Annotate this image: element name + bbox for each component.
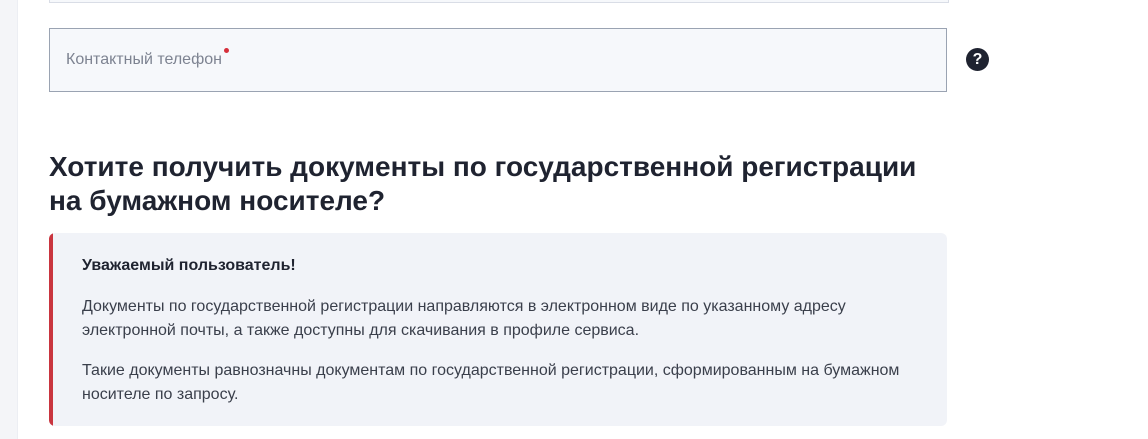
notice-paragraph-2: Такие документы равнозначны документам п… — [82, 362, 900, 403]
help-icon[interactable]: ? — [966, 48, 989, 71]
notice-heading: Уважаемый пользователь! — [82, 257, 296, 274]
notice-paragraph-1: Документы по государственной регистрации… — [82, 298, 846, 339]
notice-content: Уважаемый пользователь! Документы по гос… — [82, 255, 912, 423]
notice-accent-bar — [49, 233, 53, 426]
info-notice: Уважаемый пользователь! Документы по гос… — [49, 233, 947, 426]
page: Контактный телефон ? Хотите получить док… — [0, 0, 1148, 439]
previous-field[interactable] — [49, 0, 949, 3]
left-rail — [0, 0, 18, 439]
phone-input[interactable] — [50, 29, 946, 91]
section-title: Хотите получить документы по государстве… — [49, 151, 917, 216]
phone-field[interactable]: Контактный телефон — [49, 28, 947, 92]
